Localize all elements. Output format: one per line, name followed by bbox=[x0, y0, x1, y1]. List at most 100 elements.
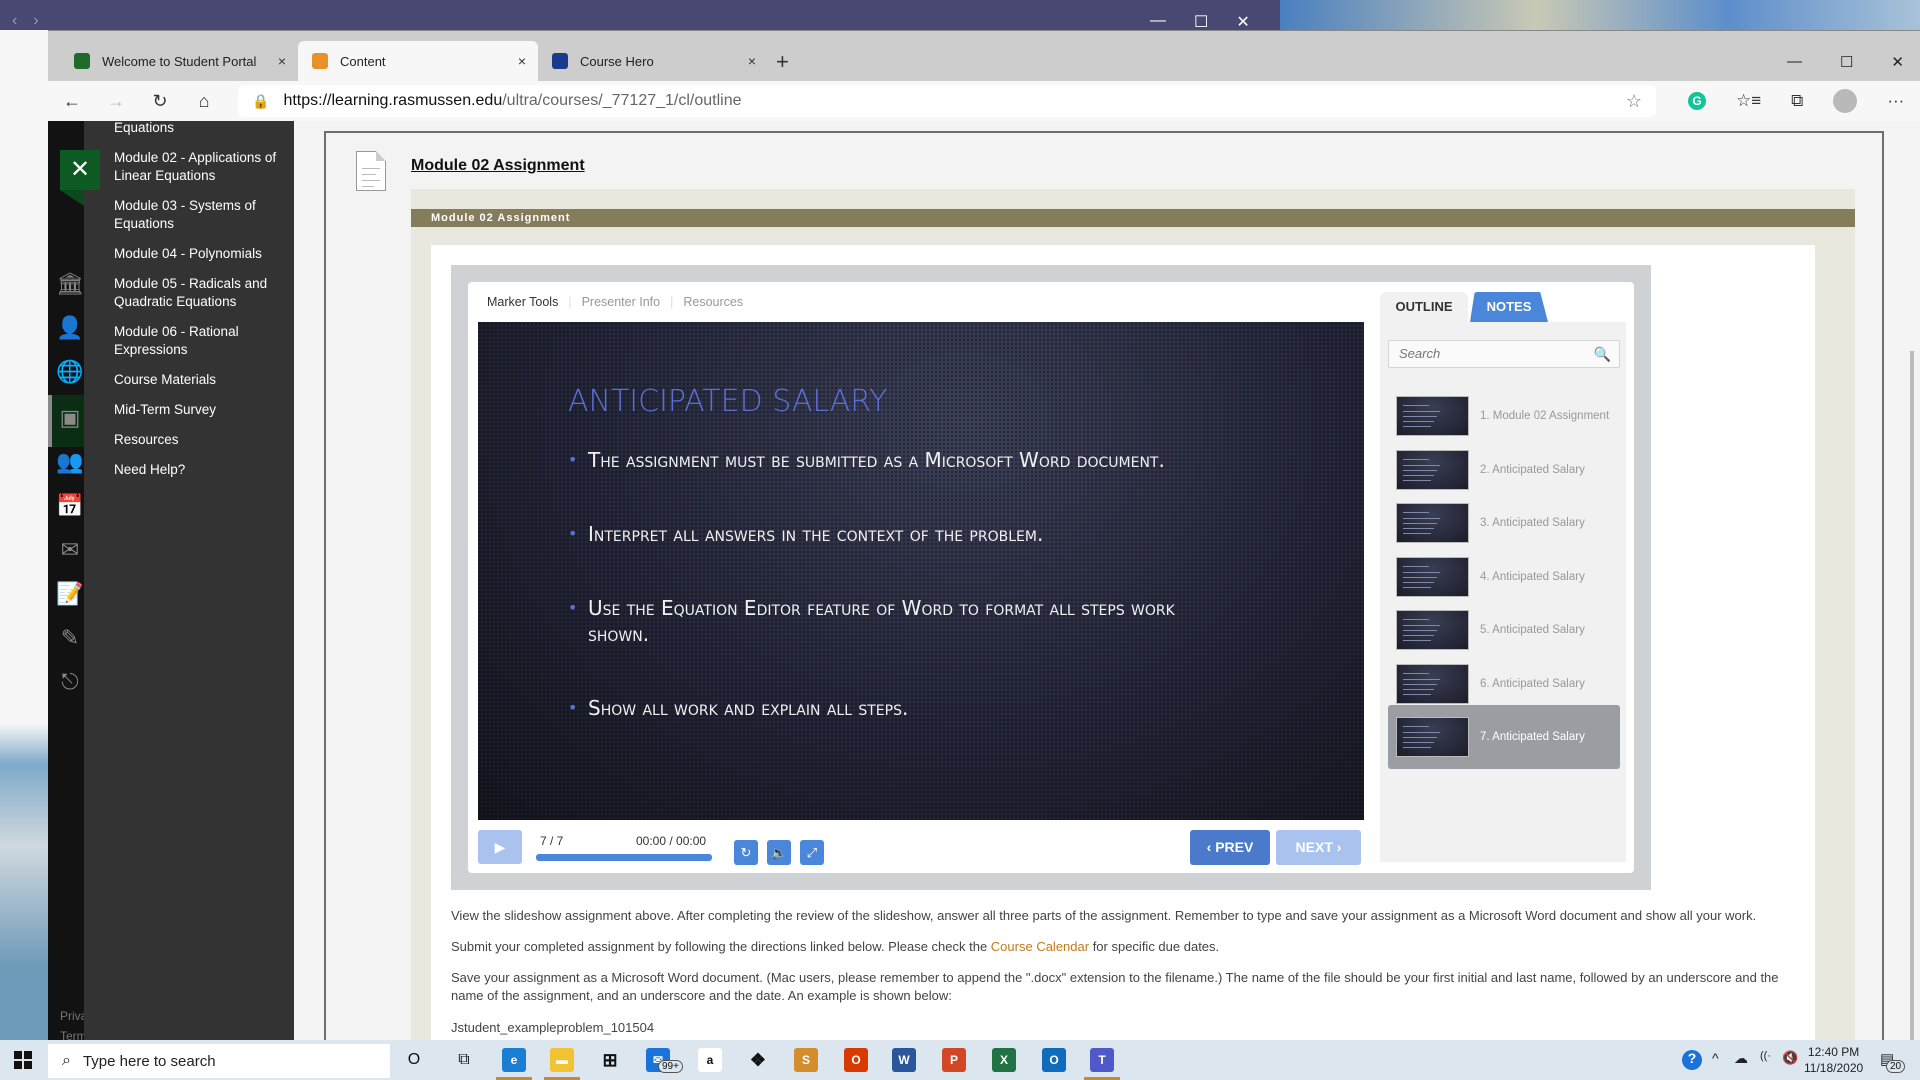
profile-avatar[interactable] bbox=[1833, 89, 1858, 113]
dropbox-icon[interactable]: ❖ bbox=[746, 1048, 770, 1072]
maximize-icon[interactable]: ☐ bbox=[1840, 53, 1853, 71]
page-scrollbar[interactable] bbox=[1910, 351, 1914, 1051]
wifi-icon[interactable]: ((· bbox=[1760, 1050, 1771, 1062]
menu-item-need-help[interactable]: Need Help? bbox=[114, 461, 289, 479]
prev-button[interactable]: ‹ PREV bbox=[1190, 830, 1270, 865]
file-explorer-icon[interactable]: ▬ bbox=[550, 1048, 574, 1072]
courses-icon[interactable]: ▣ bbox=[56, 405, 84, 433]
amazon-icon[interactable]: a bbox=[698, 1048, 722, 1072]
next-button[interactable]: NEXT › bbox=[1276, 830, 1361, 865]
tools-icon[interactable]: ✎ bbox=[56, 625, 84, 653]
url-host: https://learning.rasmussen.edu bbox=[283, 92, 503, 109]
volume-button[interactable]: 🔈 bbox=[767, 840, 791, 865]
replay-button[interactable]: ↻ bbox=[734, 840, 758, 865]
outline-search-input[interactable]: Search 🔍 bbox=[1388, 340, 1620, 368]
menu-item-module-05[interactable]: Module 05 - Radicals and Quadratic Equat… bbox=[114, 275, 289, 311]
teams-icon[interactable]: T bbox=[1090, 1048, 1114, 1072]
office-icon[interactable]: O bbox=[844, 1048, 868, 1072]
back-button[interactable]: ← bbox=[50, 91, 94, 112]
outline-item[interactable]: 7. Anticipated Salary bbox=[1388, 705, 1620, 769]
profile-icon[interactable]: 👤 bbox=[56, 315, 84, 343]
search-icon: ⌕ bbox=[62, 1052, 71, 1069]
minimize-icon[interactable]: — bbox=[1150, 12, 1166, 32]
cortana-icon[interactable]: O bbox=[400, 1046, 428, 1074]
tray-chevron-icon[interactable]: ^ bbox=[1712, 1050, 1719, 1066]
back-arrow-icon[interactable]: ‹ bbox=[12, 12, 33, 29]
refresh-button[interactable]: ↻ bbox=[138, 91, 182, 112]
fullscreen-button[interactable]: ⤢ bbox=[800, 840, 824, 865]
tab-marker-tools[interactable]: Marker Tools bbox=[487, 295, 558, 309]
windows-start-button[interactable] bbox=[14, 1051, 32, 1069]
task-view-icon[interactable]: ⧉ bbox=[450, 1046, 478, 1074]
grades-icon[interactable]: 📝 bbox=[56, 581, 84, 609]
calendar-icon[interactable]: 📅 bbox=[56, 493, 84, 521]
close-icon[interactable]: ✕ bbox=[1891, 53, 1904, 71]
menu-item-module-04[interactable]: Module 04 - Polynomials bbox=[114, 245, 289, 263]
pencil-icon bbox=[312, 53, 328, 69]
search-icon[interactable]: 🔍 bbox=[1594, 341, 1611, 367]
favorite-star-icon[interactable]: ☆ bbox=[1626, 91, 1642, 112]
tab-student-portal[interactable]: Welcome to Student Portal × bbox=[60, 41, 298, 81]
menu-item-resources[interactable]: Resources bbox=[114, 431, 289, 449]
close-menu-button[interactable]: ✕ bbox=[60, 150, 100, 190]
outlook-icon[interactable]: O bbox=[1042, 1048, 1066, 1072]
slide-bullet: Interpret all answers in the context of … bbox=[568, 521, 1228, 547]
course-hero-icon bbox=[552, 53, 568, 69]
store-icon[interactable]: ⊞ bbox=[598, 1048, 622, 1072]
edge-icon[interactable]: e bbox=[502, 1048, 526, 1072]
excel-icon[interactable]: X bbox=[992, 1048, 1016, 1072]
tab-close-icon[interactable]: × bbox=[748, 53, 756, 69]
menu-item-module-06[interactable]: Module 06 - Rational Expressions bbox=[114, 323, 289, 359]
play-button[interactable]: ▶ bbox=[478, 830, 522, 864]
globe-icon[interactable]: 🌐 bbox=[56, 359, 84, 387]
tab-outline[interactable]: OUTLINE bbox=[1380, 292, 1468, 322]
slide-title: Anticipated Salary bbox=[568, 384, 888, 419]
tab-course-hero[interactable]: Course Hero × bbox=[538, 41, 768, 81]
signout-icon[interactable]: ⎋ bbox=[56, 669, 84, 697]
groups-icon[interactable]: 👥 bbox=[56, 449, 84, 477]
url-input[interactable]: 🔒 https://learning.rasmussen.edu/ultra/c… bbox=[238, 85, 1656, 117]
taskbar-search-input[interactable]: ⌕ Type here to search bbox=[48, 1044, 390, 1078]
collections-icon[interactable]: ⧉ bbox=[1791, 91, 1803, 111]
tab-notes[interactable]: NOTES bbox=[1470, 292, 1548, 322]
course-calendar-link[interactable]: Course Calendar bbox=[991, 939, 1089, 954]
close-icon[interactable]: ✕ bbox=[1236, 12, 1249, 32]
new-tab-button[interactable]: + bbox=[776, 49, 789, 75]
maximize-icon[interactable]: ☐ bbox=[1194, 12, 1208, 32]
sublime-icon[interactable]: S bbox=[794, 1048, 818, 1072]
menu-item-module-02[interactable]: Module 02 - Applications of Linear Equat… bbox=[114, 149, 289, 185]
volume-muted-icon[interactable]: 🔇 bbox=[1782, 1050, 1798, 1066]
powerpoint-icon[interactable]: P bbox=[942, 1048, 966, 1072]
filename-paragraph: Save your assignment as a Microsoft Word… bbox=[451, 970, 1779, 1003]
clock[interactable]: 12:40 PM 11/18/2020 bbox=[1804, 1044, 1863, 1076]
tab-content[interactable]: Content × bbox=[298, 41, 538, 81]
messages-icon[interactable]: ✉ bbox=[56, 537, 84, 565]
tab-presenter-info[interactable]: Presenter Info bbox=[582, 295, 661, 309]
menu-item-module-01[interactable]: Equations bbox=[114, 121, 289, 137]
slide-canvas: Anticipated Salary The assignment must b… bbox=[478, 322, 1364, 820]
word-icon[interactable]: W bbox=[892, 1048, 916, 1072]
forward-button[interactable]: → bbox=[94, 91, 138, 112]
search-placeholder: Type here to search bbox=[82, 1052, 216, 1070]
menu-item-mid-term-survey[interactable]: Mid-Term Survey bbox=[114, 401, 289, 419]
onedrive-icon[interactable]: ☁ bbox=[1734, 1050, 1748, 1067]
slide-thumbnail bbox=[1396, 396, 1469, 436]
tab-close-icon[interactable]: × bbox=[518, 53, 526, 69]
slide-thumbnail bbox=[1396, 663, 1469, 704]
more-menu-icon[interactable]: ··· bbox=[1887, 91, 1904, 111]
tab-bar: Welcome to Student Portal × Content × Co… bbox=[48, 41, 1920, 81]
favorites-icon[interactable]: ☆≡ bbox=[1736, 91, 1761, 111]
player-controls: ▶ 7 / 7 00:00 / 00:00 ↻ 🔈 ⤢ ‹ PREV NEXT … bbox=[478, 830, 1364, 866]
tab-resources[interactable]: Resources bbox=[683, 295, 743, 309]
help-icon[interactable]: ? bbox=[1682, 1050, 1702, 1070]
forward-arrow-icon[interactable]: › bbox=[33, 12, 54, 29]
tab-close-icon[interactable]: × bbox=[278, 53, 286, 69]
minimize-icon[interactable]: — bbox=[1787, 53, 1802, 71]
grammarly-icon[interactable]: G bbox=[1688, 92, 1706, 110]
institution-icon[interactable]: 🏛 bbox=[56, 271, 84, 299]
home-button[interactable]: ⌂ bbox=[182, 91, 226, 112]
item-title-link[interactable]: Module 02 Assignment bbox=[411, 157, 585, 175]
menu-item-course-materials[interactable]: Course Materials bbox=[114, 371, 289, 389]
progress-bar[interactable] bbox=[536, 854, 712, 861]
menu-item-module-03[interactable]: Module 03 - Systems of Equations bbox=[114, 197, 289, 233]
